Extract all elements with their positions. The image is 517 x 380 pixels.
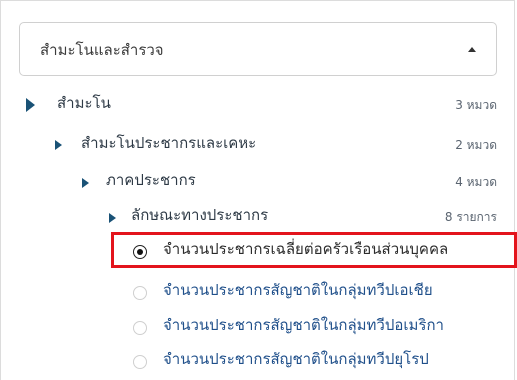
dropdown-label: สำมะโนและสำรวจ [40, 41, 164, 59]
selection-highlight-box [111, 232, 517, 268]
tree-item-population-characteristics[interactable]: ลักษณะทางประชากร 8 รายการ [0, 205, 517, 229]
option-row[interactable]: จำนวนประชากรสัญชาติในกลุ่มทวีปยุโรป [0, 349, 517, 373]
expand-arrow-icon[interactable] [109, 213, 116, 223]
expand-arrow-icon[interactable] [82, 178, 89, 188]
tree-item-label: สำมะโน [57, 94, 111, 112]
option-row[interactable]: จำนวนประชากรสัญชาติในกลุ่มทวีปเอเชีย [0, 280, 517, 304]
option-label[interactable]: จำนวนประชากรสัญชาติในกลุ่มทวีปยุโรป [163, 347, 429, 371]
tree-item-label: ลักษณะทางประชากร [131, 206, 269, 224]
option-label[interactable]: จำนวนประชากรสัญชาติในกลุ่มทวีปเอเชีย [163, 278, 433, 302]
radio-unselected[interactable] [133, 321, 147, 335]
tree-item-population-sector[interactable]: ภาคประชากร 4 หมวด [0, 170, 517, 194]
tree-item-census[interactable]: สำมะโน 3 หมวด [0, 93, 517, 117]
radio-unselected[interactable] [133, 355, 147, 369]
item-count: 8 รายการ [444, 210, 497, 224]
category-panel: สำมะโนและสำรวจ สำมะโน 3 หมวด สำมะโนประชา… [0, 0, 517, 380]
option-row[interactable]: จำนวนประชากรสัญชาติในกลุ่มทวีปอเมริกา [0, 315, 517, 339]
item-count: 4 หมวด [455, 175, 497, 189]
item-count: 3 หมวด [455, 98, 497, 112]
tree-item-label: ภาคประชากร [106, 171, 196, 189]
radio-unselected[interactable] [133, 286, 147, 300]
tree-item-population-housing-census[interactable]: สำมะโนประชากรและเคหะ 2 หมวด [0, 133, 517, 157]
option-label[interactable]: จำนวนประชากรสัญชาติในกลุ่มทวีปอเมริกา [163, 313, 444, 337]
caret-up-icon[interactable] [468, 47, 476, 52]
category-dropdown[interactable]: สำมะโนและสำรวจ [19, 22, 497, 76]
expand-arrow-icon[interactable] [55, 140, 62, 150]
expand-arrow-icon[interactable] [26, 98, 35, 112]
tree-item-label: สำมะโนประชากรและเคหะ [81, 134, 257, 152]
item-count: 2 หมวด [455, 138, 497, 152]
